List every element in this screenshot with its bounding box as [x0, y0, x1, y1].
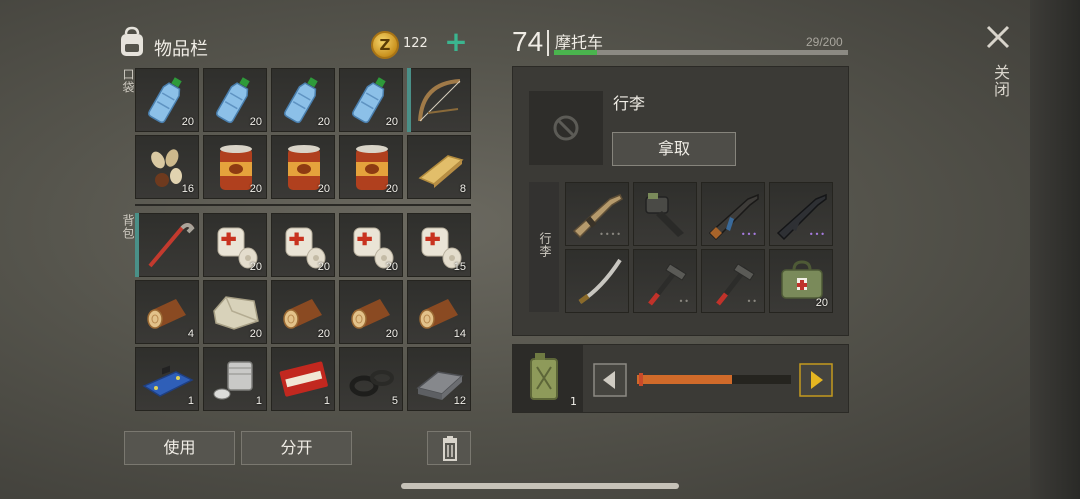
backpack-slot[interactable]: 20 — [203, 280, 267, 344]
capacity-bar-fill — [554, 50, 597, 55]
pocket-slot[interactable]: 16 — [135, 135, 199, 199]
backpack-slot[interactable]: 20 — [203, 213, 267, 277]
title-separator — [547, 30, 549, 56]
item-quantity: 20 — [317, 328, 330, 340]
item-quantity: 20 — [249, 328, 262, 340]
fuel-level-marker — [639, 373, 643, 386]
no-item-icon — [553, 115, 579, 141]
luggage-side-label: 行李 — [538, 232, 552, 258]
inventory-title: 物品栏 — [154, 39, 208, 60]
discard-button[interactable] — [427, 431, 471, 465]
item-quantity: 20 — [385, 116, 398, 128]
pocket-slot[interactable]: 20 — [271, 135, 335, 199]
trash-icon — [443, 436, 457, 461]
backpack-slot[interactable]: 20 — [339, 280, 403, 344]
fuel-decrease-button[interactable] — [593, 363, 627, 397]
right-edge-strip — [1030, 0, 1080, 499]
vehicle-slot[interactable] — [565, 249, 629, 313]
section-divider — [135, 204, 471, 206]
capacity-text: 29/200 — [806, 35, 843, 49]
item-quantity: 15 — [453, 261, 466, 273]
vehicle-slot[interactable]: •• — [701, 249, 765, 313]
item-quantity: 20 — [181, 116, 194, 128]
pocket-slot[interactable]: 20 — [203, 135, 267, 199]
pocket-slot[interactable]: 8 — [407, 135, 471, 199]
item-quantity: 20 — [317, 116, 330, 128]
fuel-level-bar[interactable] — [637, 373, 791, 386]
backpack-slot[interactable] — [135, 213, 199, 277]
fuel-qty: 1 — [570, 395, 577, 408]
pocket-slot[interactable]: 20 — [135, 68, 199, 132]
item-quantity: 20 — [385, 183, 398, 195]
fuel-increase-button[interactable] — [799, 363, 833, 397]
item-quantity: 1 — [187, 395, 194, 407]
backpack-icon — [121, 26, 143, 56]
item-quantity: 20 — [815, 297, 828, 309]
vehicle-level: 74 — [512, 26, 544, 57]
crowbar-icon — [148, 223, 195, 268]
close-icon[interactable] — [985, 24, 1011, 50]
backpack-slot[interactable]: 20 — [271, 213, 335, 277]
item-quantity: 14 — [453, 328, 466, 340]
backpack-slot[interactable]: 12 — [407, 347, 471, 411]
item-quantity: 20 — [385, 328, 398, 340]
home-indicator[interactable] — [401, 483, 679, 489]
item-quantity: 4 — [187, 328, 194, 340]
capacity-bar — [554, 50, 848, 55]
fuel-panel: 1 — [512, 344, 849, 413]
vehicle-slot[interactable] — [633, 182, 697, 246]
backpack-slot[interactable]: 5 — [339, 347, 403, 411]
durability-dots: •• — [678, 297, 690, 306]
item-quantity: 20 — [317, 183, 330, 195]
backpack-slot[interactable]: 20 — [271, 280, 335, 344]
item-quantity: 20 — [249, 116, 262, 128]
backpack-slot[interactable]: 4 — [135, 280, 199, 344]
vehicle-slot[interactable]: ••• — [701, 182, 765, 246]
coin-count: 122 — [403, 36, 428, 51]
katana-icon — [578, 258, 622, 304]
add-coins-button[interactable]: + — [444, 28, 468, 56]
vehicle-slot[interactable]: •• — [633, 249, 697, 313]
backpack-slot[interactable]: 20 — [339, 213, 403, 277]
coin-icon: Z — [371, 31, 399, 59]
use-button[interactable]: 使用 — [124, 431, 235, 465]
backpack-slot[interactable]: 14 — [407, 280, 471, 344]
luggage-side-tab: 行李 — [529, 182, 559, 312]
fuel-level-fill — [637, 375, 733, 384]
fuel-slot[interactable]: 1 — [513, 345, 583, 412]
empty-luggage-slot — [529, 91, 603, 165]
item-quantity: 1 — [323, 395, 330, 407]
pocket-slot[interactable]: 20 — [339, 135, 403, 199]
backpack-slot[interactable]: 15 — [407, 213, 471, 277]
vehicle-slot[interactable]: 20 — [769, 249, 833, 313]
pocket-slot[interactable]: 20 — [339, 68, 403, 132]
bow-icon — [418, 79, 461, 122]
item-quantity: 20 — [385, 261, 398, 273]
item-quantity: 20 — [249, 183, 262, 195]
close-label[interactable]: 关闭 — [988, 64, 1012, 98]
item-quantity: 8 — [459, 183, 466, 195]
pocket-slot[interactable] — [407, 68, 471, 132]
item-quantity: 12 — [453, 395, 466, 407]
vehicle-slot[interactable]: •••• — [565, 182, 629, 246]
backpack-slot[interactable]: 1 — [135, 347, 199, 411]
item-quantity: 1 — [255, 395, 262, 407]
pocket-slot[interactable]: 20 — [271, 68, 335, 132]
item-quantity: 20 — [249, 261, 262, 273]
pocket-slot[interactable]: 20 — [203, 68, 267, 132]
take-button[interactable]: 拿取 — [612, 132, 736, 166]
split-button[interactable]: 分开 — [241, 431, 352, 465]
chainsaw-icon — [645, 193, 684, 237]
durability-dots: •• — [746, 297, 758, 306]
backpack-slot[interactable]: 1 — [271, 347, 335, 411]
durability-dots: ••• — [808, 230, 826, 239]
durability-dots: ••• — [740, 230, 758, 239]
vehicle-slot[interactable]: ••• — [769, 182, 833, 246]
item-quantity: 5 — [391, 395, 398, 407]
luggage-title: 行李 — [613, 94, 646, 113]
item-quantity: 20 — [317, 261, 330, 273]
item-quantity: 16 — [181, 183, 194, 195]
backpack-slot[interactable]: 1 — [203, 347, 267, 411]
durability-dots: •••• — [599, 230, 622, 239]
